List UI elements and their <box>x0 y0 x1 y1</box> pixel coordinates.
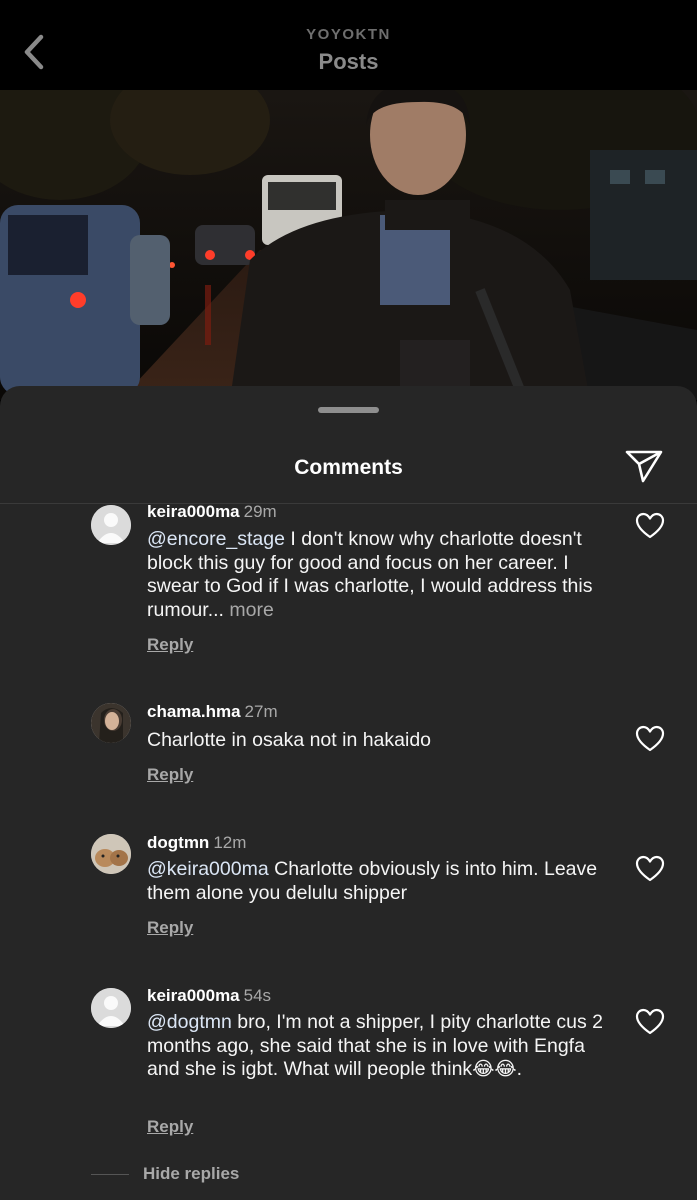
comment-username[interactable]: dogtmn <box>147 833 209 852</box>
comment-text: @keira000ma Charlotte obviously is into … <box>147 858 617 905</box>
thread-line <box>91 1174 129 1175</box>
like-button[interactable] <box>635 855 665 883</box>
comments-sheet: Comments keira000ma 29m @encore_stage I d… <box>0 386 697 1200</box>
comment-time: 12m <box>213 833 247 852</box>
comment-meta: keira000ma 29m <box>147 501 277 523</box>
laughing-emoji: 😂😂 <box>472 1059 517 1080</box>
dog-photo-icon <box>91 834 131 874</box>
avatar[interactable] <box>91 988 131 1028</box>
paper-plane-icon <box>625 450 663 483</box>
comments-title: Comments <box>294 456 403 479</box>
default-user-icon <box>91 505 131 545</box>
comment-text: @encore_stage I don't know why charlotte… <box>147 528 617 622</box>
avatar[interactable] <box>91 703 131 743</box>
mention-link[interactable]: @keira000ma <box>147 858 269 880</box>
comment-username[interactable]: chama.hma <box>147 702 241 721</box>
mention-link[interactable]: @dogtmn <box>147 1011 232 1033</box>
profile-photo-icon <box>91 703 131 743</box>
comment-body: Charlotte in osaka not in hakaido <box>147 729 432 751</box>
more-link[interactable]: more <box>224 599 273 621</box>
reply-button[interactable]: Reply <box>147 918 193 938</box>
comment-time: 54s <box>243 986 272 1005</box>
comment-meta: chama.hma 27m <box>147 701 278 723</box>
reply-button[interactable]: Reply <box>147 765 193 785</box>
comment-time: 29m <box>243 502 277 521</box>
drag-handle[interactable] <box>318 407 379 413</box>
share-button[interactable] <box>622 446 666 486</box>
heart-icon <box>635 855 665 882</box>
comment-text: @dogtmn bro, I'm not a shipper, I pity c… <box>147 1011 617 1082</box>
comment-time: 27m <box>244 702 278 721</box>
top-bar: YOYOKTN Posts <box>0 0 697 90</box>
reply-button[interactable]: Reply <box>147 635 193 655</box>
comment-username[interactable]: keira000ma <box>147 502 240 521</box>
like-button[interactable] <box>635 512 665 540</box>
comment-username[interactable]: keira000ma <box>147 986 240 1005</box>
comment-meta: dogtmn 12m <box>147 832 246 854</box>
like-button[interactable] <box>635 725 665 753</box>
hide-replies-button[interactable]: Hide replies <box>143 1164 239 1184</box>
page-title: Posts <box>318 49 379 74</box>
heart-icon <box>635 512 665 539</box>
mention-link[interactable]: @encore_stage <box>147 528 285 550</box>
account-username: YOYOKTN <box>306 26 391 43</box>
heart-icon <box>635 1008 665 1035</box>
comment-meta: keira000ma 54s <box>147 985 271 1007</box>
default-user-icon <box>91 988 131 1028</box>
post-image <box>0 90 697 400</box>
heart-icon <box>635 725 665 752</box>
reply-button[interactable]: Reply <box>147 1117 193 1137</box>
avatar[interactable] <box>91 505 131 545</box>
like-button[interactable] <box>635 1008 665 1036</box>
comment-text: Charlotte in osaka not in hakaido <box>147 729 617 753</box>
avatar[interactable] <box>91 834 131 874</box>
comment-suffix: . <box>516 1058 523 1080</box>
divider <box>0 503 697 504</box>
